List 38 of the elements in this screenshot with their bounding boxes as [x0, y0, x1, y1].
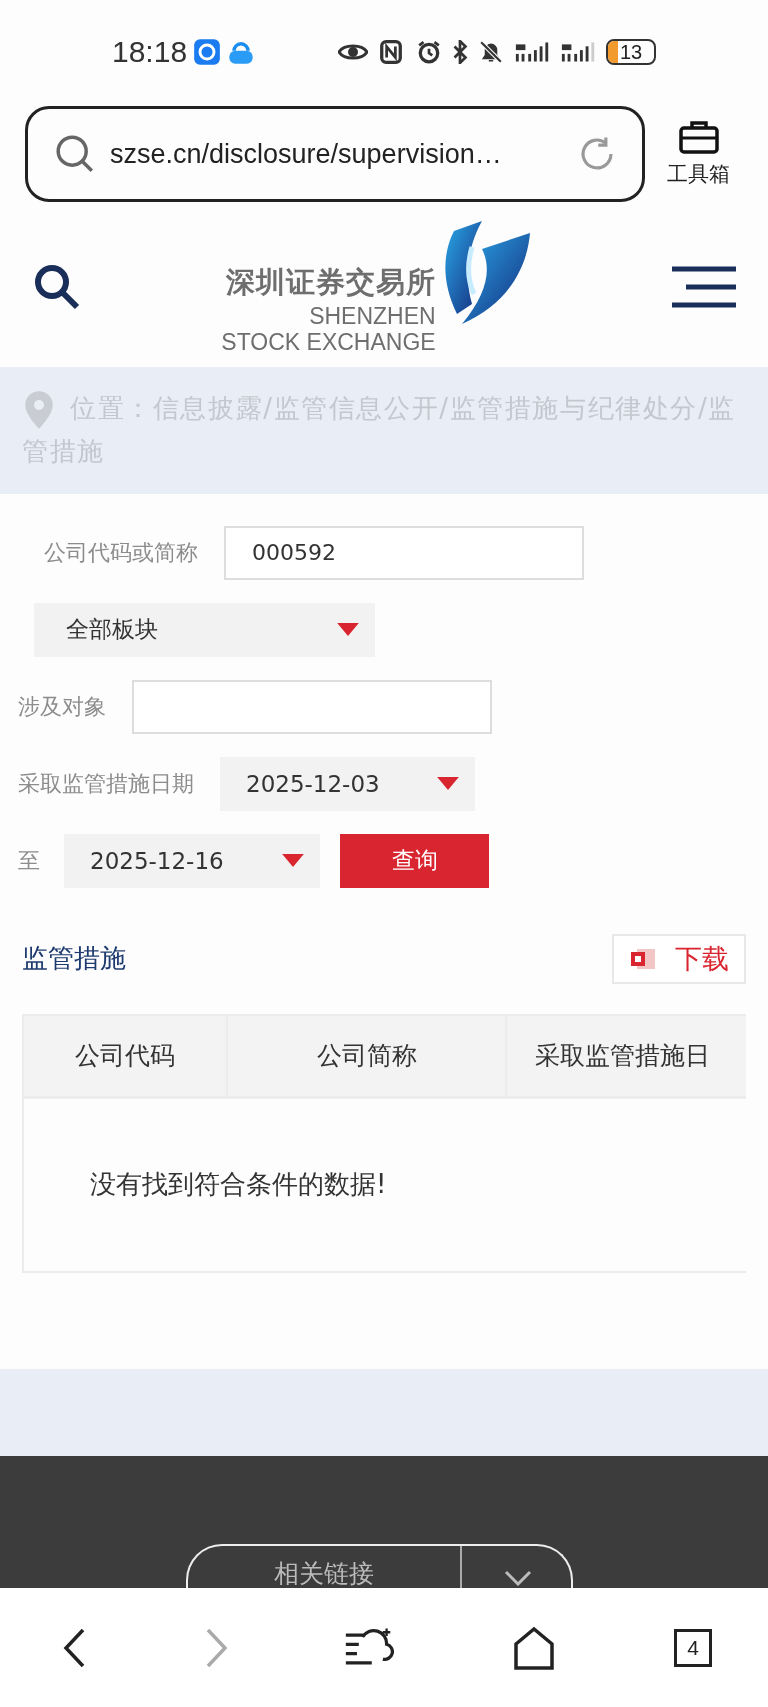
logo-chinese-name: 深圳证券交易所	[225, 264, 436, 301]
field-label: 采取监管措施日期	[18, 769, 194, 798]
column-header: 采取监管措施日	[534, 1040, 711, 1072]
empty-message: 没有找到符合条件的数据!	[90, 1168, 387, 1201]
date-dropdown[interactable]: 2025-12-16	[64, 833, 320, 888]
field-label: 至	[18, 846, 40, 875]
app-icon	[193, 38, 222, 66]
input-field[interactable]: 000592	[224, 525, 584, 580]
battery-fill	[608, 41, 618, 63]
menu-icon[interactable]	[672, 266, 736, 308]
chevron-down-icon	[503, 1570, 532, 1586]
search-button[interactable]: 查询	[340, 833, 489, 888]
section-title: 监管措施	[22, 942, 126, 975]
input-field[interactable]	[132, 679, 492, 734]
date-dropdown[interactable]: 2025-12-03	[220, 756, 475, 811]
column-header: 公司简称	[228, 1015, 507, 1096]
caret-icon	[337, 623, 359, 636]
logo-english-name: SHENZHEN	[309, 303, 436, 329]
caret-icon	[282, 854, 304, 867]
search-icon	[54, 133, 96, 175]
field-label: 公司代码或简称	[44, 538, 198, 567]
toolbox-label[interactable]: 工具箱	[667, 160, 730, 188]
search-icon[interactable]	[33, 263, 81, 311]
tab-count-button[interactable]: 4	[674, 1628, 712, 1667]
location-pin-icon	[22, 389, 56, 430]
dropdown[interactable]: 全部板块	[34, 602, 375, 657]
url-text: szse.cn/disclosure/supervision…	[110, 138, 503, 170]
status-time: 18:18	[112, 35, 188, 69]
column-header: 公司代码	[24, 1015, 228, 1096]
caret-icon	[437, 777, 459, 790]
logo-english-name: STOCK EXCHANGE	[221, 329, 436, 355]
address-bar[interactable]: szse.cn/disclosure/supervision…	[25, 106, 645, 202]
briefcase-icon[interactable]	[678, 120, 719, 154]
battery-percent: 13	[619, 41, 643, 63]
bluetooth-icon	[452, 40, 468, 64]
field-label: 涉及对象	[18, 692, 106, 721]
download-button[interactable]: 下载	[612, 933, 746, 984]
document-icon	[629, 946, 657, 971]
